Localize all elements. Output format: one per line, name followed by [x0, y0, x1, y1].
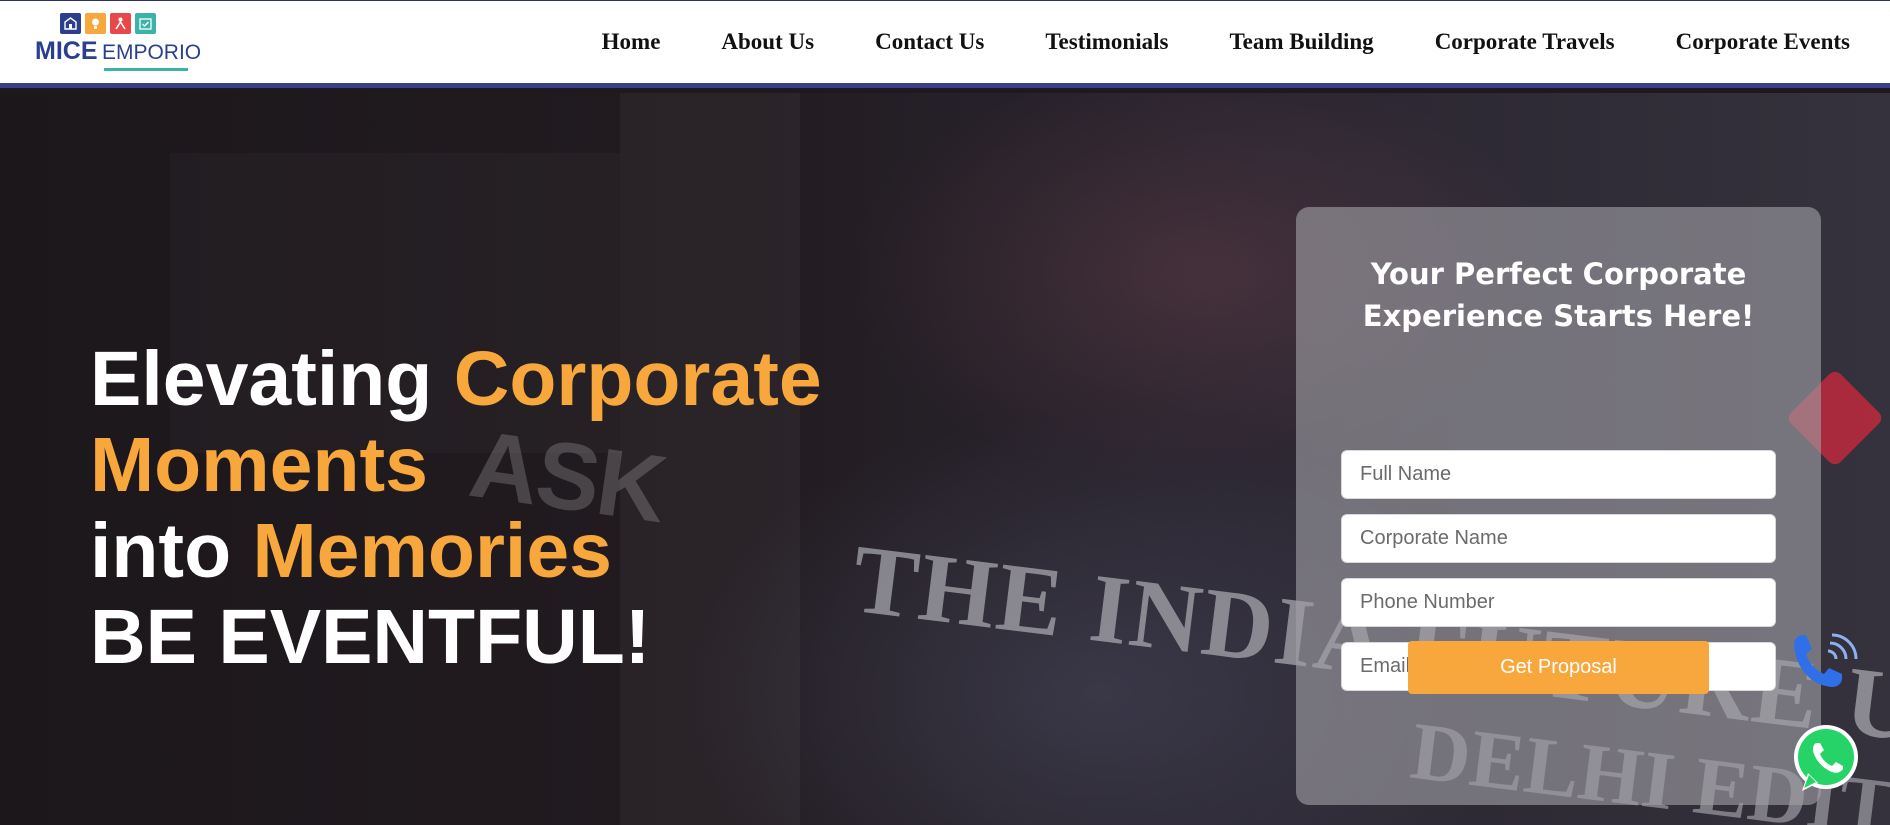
nav-contact-us[interactable]: Contact Us — [875, 29, 984, 55]
headline-tagline: BE EVENTFUL! — [90, 594, 651, 680]
full-name-input[interactable] — [1341, 450, 1776, 499]
logo-tagline-bar — [104, 68, 188, 71]
nav-home[interactable]: Home — [602, 29, 661, 55]
nav-corporate-events[interactable]: Corporate Events — [1676, 29, 1850, 55]
main-nav: Home About Us Contact Us Testimonials Te… — [602, 29, 1850, 55]
headline-white-text: Elevating — [90, 336, 454, 422]
form-title: Your Perfect Corporate Experience Starts… — [1296, 253, 1821, 337]
hero-headline: Elevating Corporate Moments into Memorie… — [90, 336, 822, 680]
calendar-check-icon — [135, 13, 156, 34]
logo-wordmark: MICE EMPORIO — [35, 37, 201, 66]
form-title-line: Your Perfect Corporate — [1370, 257, 1747, 291]
corporate-name-input[interactable] — [1341, 514, 1776, 563]
nav-about-us[interactable]: About Us — [721, 29, 814, 55]
nav-team-building[interactable]: Team Building — [1229, 29, 1373, 55]
get-proposal-button[interactable]: Get Proposal — [1408, 641, 1709, 694]
logo-name-light: EMPORIO — [101, 41, 202, 64]
phone-number-input[interactable] — [1341, 578, 1776, 627]
phone-call-icon[interactable] — [1784, 627, 1864, 707]
form-title-line: Experience Starts Here! — [1362, 299, 1755, 333]
hero-section: ASK THE INDIA FUTURE UN DELHI EDIT Eleva… — [0, 93, 1890, 825]
proposal-form: Your Perfect Corporate Experience Starts… — [1296, 207, 1821, 805]
headline-accent-text: Memories — [252, 508, 612, 594]
site-header: MICE EMPORIO Home About Us Contact Us Te… — [0, 0, 1890, 88]
logo-icon-row — [60, 13, 195, 34]
nav-corporate-travels[interactable]: Corporate Travels — [1435, 29, 1615, 55]
people-icon — [110, 13, 131, 34]
headline-white-text: into — [90, 508, 253, 594]
headline-accent-text: Moments — [90, 422, 428, 508]
nav-testimonials[interactable]: Testimonials — [1045, 29, 1168, 55]
brand-logo[interactable]: MICE EMPORIO — [35, 13, 201, 75]
building-icon — [60, 13, 81, 34]
whatsapp-icon[interactable] — [1788, 721, 1864, 797]
headline-accent-text: Corporate — [453, 336, 822, 422]
idea-icon — [85, 13, 106, 34]
logo-name-bold: MICE — [35, 37, 98, 65]
